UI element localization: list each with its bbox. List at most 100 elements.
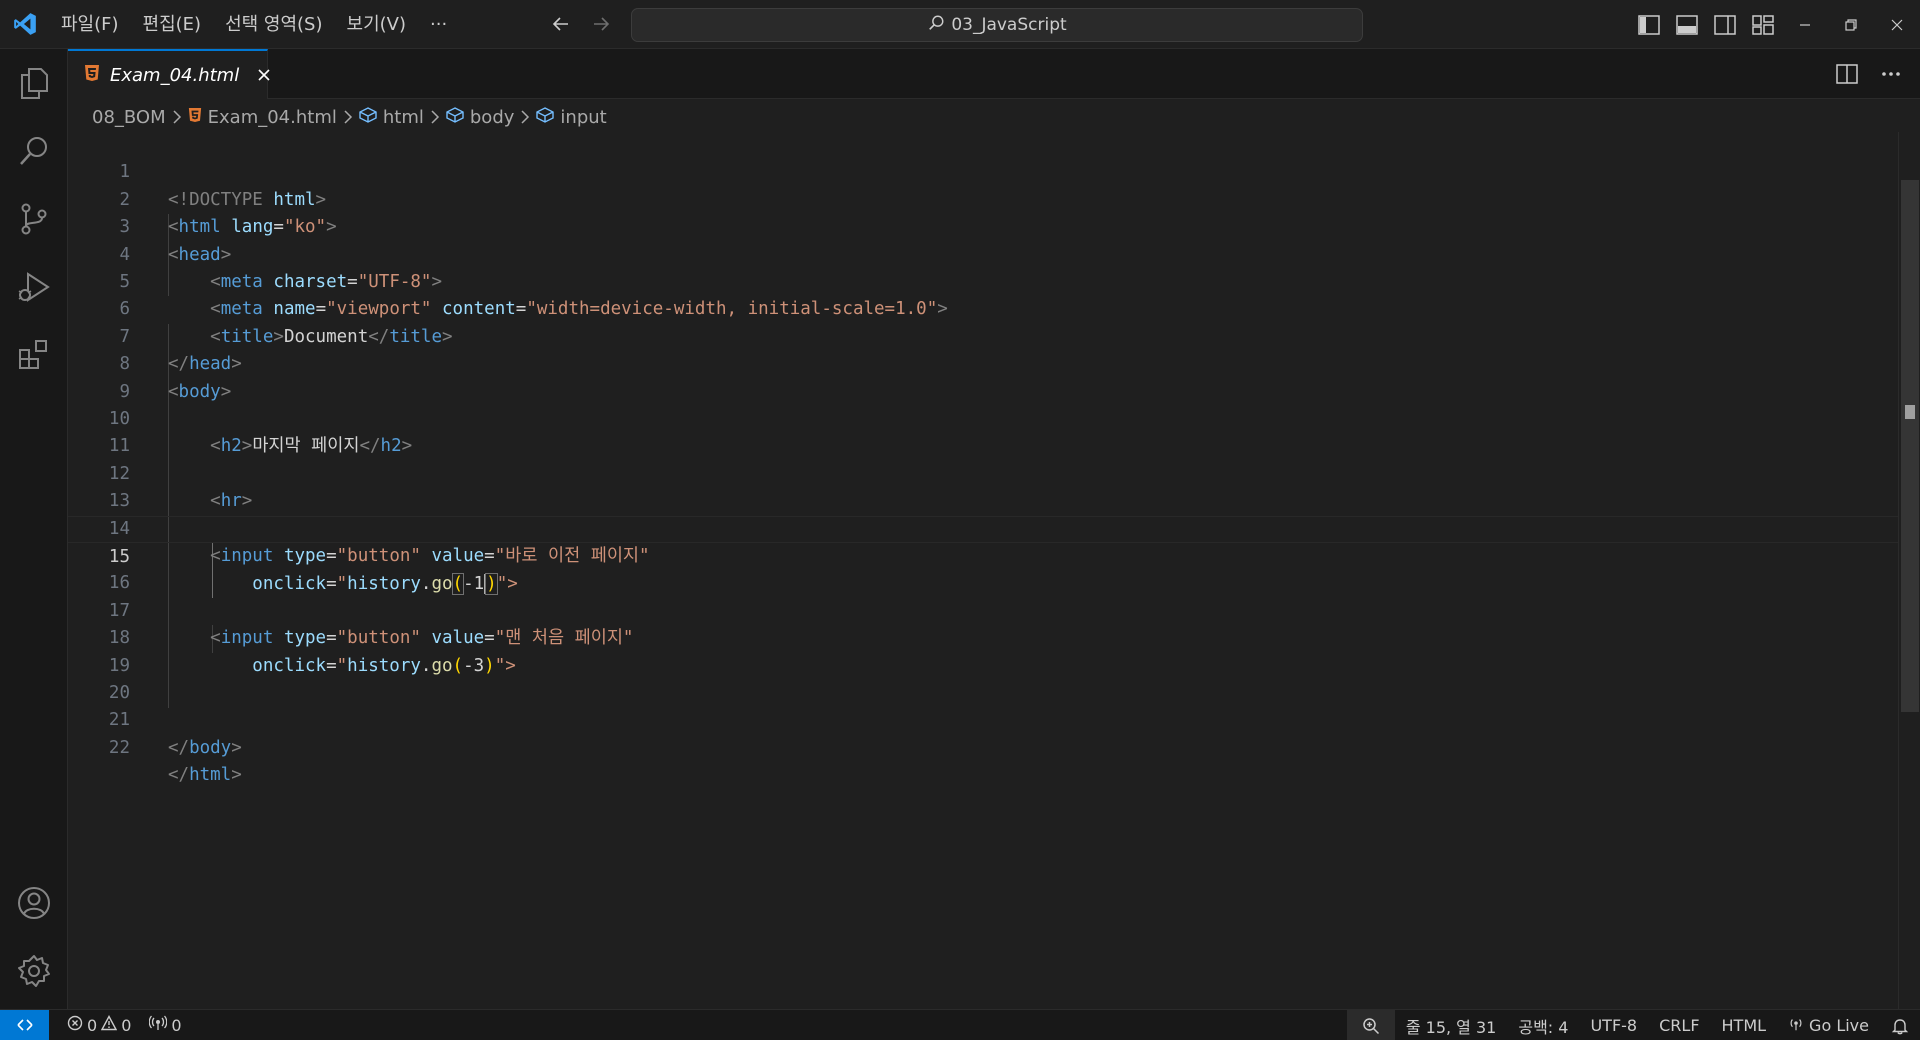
go-live-button[interactable]: Go Live [1777, 1016, 1880, 1036]
code-line: 14 <input type="button" value="바로 이전 페이지… [68, 488, 1898, 566]
code-line: 6 <title>Document</title> [68, 269, 1898, 346]
code-line: 9 [68, 351, 1898, 402]
run-debug-icon[interactable] [0, 253, 68, 321]
html5-file-icon [84, 64, 100, 86]
chevron-right-icon [172, 110, 182, 124]
broadcast-icon [148, 1015, 168, 1035]
chevron-right-icon [430, 110, 440, 124]
nav-arrows [548, 10, 614, 38]
close-icon[interactable] [257, 66, 271, 84]
code-line: 7 </head> [68, 296, 1898, 374]
forward-arrow-icon[interactable] [588, 10, 614, 38]
vscode-window: 파일(F) 편집(E) 선택 영역(S) 보기(V) ··· 03_JavaSc… [0, 0, 1920, 1040]
more-actions-icon[interactable] [1878, 61, 1904, 87]
breadcrumb-html-label: html [382, 106, 424, 128]
layout-controls [1636, 12, 1776, 38]
accounts-icon[interactable] [0, 869, 68, 937]
error-icon [67, 1015, 83, 1035]
editor-group: Exam_04.html 08_BOM Exam_04.html html bo… [68, 49, 1920, 1009]
code-line: 13 [68, 461, 1898, 511]
scrollbar-thumb[interactable] [1901, 180, 1919, 712]
status-bar: 0 0 0 줄 15, 열 31 공백: 4 UTF-8 CRLF HTML G… [0, 1009, 1920, 1040]
line-number: 22 [108, 737, 130, 758]
code-line: 16 [68, 543, 1898, 593]
search-view-icon[interactable] [0, 117, 68, 185]
warning-icon [101, 1015, 118, 1035]
code-line: 19 [68, 625, 1898, 676]
explorer-icon[interactable] [0, 49, 68, 117]
customize-layout-icon[interactable] [1750, 12, 1776, 38]
source-control-icon[interactable] [0, 185, 68, 253]
zoom-icon[interactable] [1346, 1010, 1395, 1040]
menu-more[interactable]: ··· [418, 0, 459, 49]
breadcrumb-file[interactable]: Exam_04.html [188, 107, 337, 128]
code-line: 10 <h2>마지막 페이지</h2> [68, 379, 1898, 456]
problems-indicator[interactable]: 0 0 [61, 1015, 137, 1035]
title-bar: 파일(F) 편집(E) 선택 영역(S) 보기(V) ··· 03_JavaSc… [0, 0, 1920, 49]
back-arrow-icon[interactable] [548, 10, 574, 38]
tab-bar: Exam_04.html [68, 49, 1920, 99]
language-mode[interactable]: HTML [1711, 1016, 1778, 1035]
indentation[interactable]: 공백: 4 [1507, 1014, 1579, 1038]
end-of-line[interactable]: CRLF [1648, 1016, 1710, 1035]
breadcrumb-input[interactable]: input [536, 106, 607, 128]
error-count: 0 [87, 1015, 98, 1035]
code-editor[interactable]: 1 <!DOCTYPE html> 2 <html lang="ko"> 3 <… [68, 132, 1898, 1009]
menu-bar: 파일(F) 편집(E) 선택 영역(S) 보기(V) ··· [49, 0, 459, 49]
broadcast-icon [1788, 1016, 1804, 1036]
element-cube-icon [446, 106, 464, 128]
close-window-icon[interactable] [1874, 0, 1920, 49]
breadcrumb-folder[interactable]: 08_BOM [92, 107, 166, 128]
activity-bar [0, 49, 68, 1009]
ports-indicator[interactable]: 0 [143, 1015, 187, 1035]
code-line: 8 <body> [68, 324, 1898, 401]
element-cube-icon [359, 106, 377, 128]
vertical-scrollbar[interactable] [1898, 132, 1920, 1009]
go-live-label: Go Live [1809, 1016, 1869, 1035]
window-controls [1782, 0, 1920, 49]
menu-file[interactable]: 파일(F) [49, 0, 131, 49]
minimize-icon[interactable] [1782, 0, 1828, 49]
chevron-right-icon [343, 110, 353, 124]
breadcrumb-folder-label: 08_BOM [92, 106, 166, 128]
toggle-panel-icon[interactable] [1674, 12, 1700, 38]
element-cube-icon [536, 106, 555, 128]
tab-exam-04[interactable]: Exam_04.html [68, 49, 271, 99]
code-line: 22 </html> [68, 707, 1898, 785]
toggle-primary-sidebar-icon[interactable] [1636, 12, 1662, 38]
manage-gear-icon[interactable] [0, 937, 68, 1005]
split-editor-icon[interactable] [1834, 61, 1860, 87]
code-line: 3 <head> [68, 187, 1898, 264]
toggle-secondary-sidebar-icon[interactable] [1712, 12, 1738, 38]
breadcrumb-file-label: Exam_04.html [207, 106, 337, 128]
menu-selection[interactable]: 선택 영역(S) [213, 0, 334, 49]
code-line-current: 15 onclick="history.go(-1)"> [68, 515, 1898, 596]
status-left: 0 0 0 [61, 1015, 188, 1035]
code-line: 5 <meta name="viewport" content="width=d… [68, 242, 1898, 319]
cursor-position[interactable]: 줄 15, 열 31 [1395, 1014, 1508, 1038]
breadcrumb-body[interactable]: body [446, 106, 514, 128]
menu-edit[interactable]: 편집(E) [131, 0, 214, 49]
chevron-right-icon [520, 110, 530, 124]
breadcrumb: 08_BOM Exam_04.html html body input [92, 103, 607, 131]
search-icon [927, 14, 945, 37]
cursor-position-marker [1905, 405, 1915, 419]
code-line: 21 </body> [68, 680, 1898, 757]
search-text: 03_JavaScript [951, 15, 1067, 35]
restore-icon[interactable] [1828, 0, 1874, 49]
ports-count: 0 [171, 1015, 182, 1035]
notifications-bell-icon[interactable] [1880, 1017, 1920, 1035]
encoding[interactable]: UTF-8 [1579, 1016, 1648, 1035]
extensions-icon[interactable] [0, 321, 68, 389]
menu-view[interactable]: 보기(V) [335, 0, 418, 49]
command-center-search[interactable]: 03_JavaScript [631, 8, 1363, 42]
remote-indicator-icon[interactable] [0, 1009, 49, 1040]
breadcrumb-html[interactable]: html [359, 107, 424, 128]
html5-file-icon [188, 107, 202, 128]
status-right: 줄 15, 열 31 공백: 4 UTF-8 CRLF HTML Go Live [1346, 1010, 1920, 1040]
warning-count: 0 [121, 1015, 132, 1035]
code-line: 1 <!DOCTYPE html> [68, 132, 1898, 209]
code-line: 12 <hr> [68, 433, 1898, 511]
code-line: 20 [68, 653, 1898, 703]
editor-actions [1834, 61, 1904, 87]
